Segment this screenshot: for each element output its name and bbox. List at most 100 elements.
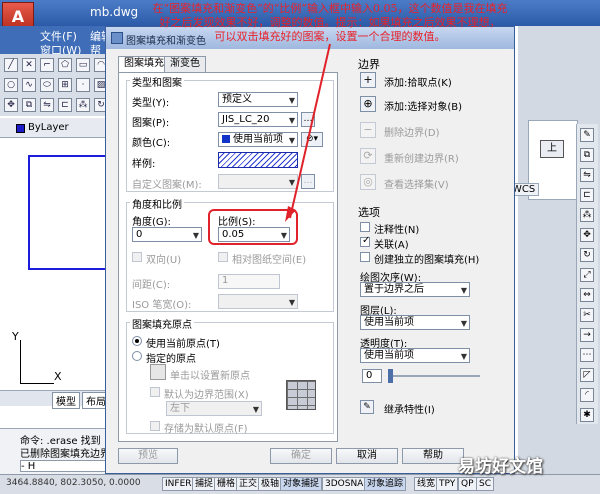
- origin-position-select[interactable]: 左下 ▼: [166, 401, 262, 416]
- pattern-select[interactable]: JIS_LC_20 ▼: [218, 112, 298, 127]
- status-qp[interactable]: QP: [458, 477, 477, 491]
- custom-pattern-select[interactable]: ▼: [218, 174, 298, 189]
- tab-hatch[interactable]: 图案填充: [118, 56, 170, 73]
- pattern-sample-preview[interactable]: [218, 152, 298, 168]
- scale-object-icon[interactable]: ⤢: [580, 268, 594, 282]
- store-default-origin-checkbox[interactable]: [150, 421, 160, 431]
- erase-tool-icon[interactable]: ✎: [580, 128, 594, 142]
- fillet-object-icon[interactable]: ◜: [580, 388, 594, 402]
- stretch-object-icon[interactable]: ⇔: [580, 288, 594, 302]
- chamfer-object-icon[interactable]: ◸: [580, 368, 594, 382]
- status-ortho[interactable]: 正交: [236, 477, 261, 491]
- tab-model[interactable]: 模型: [52, 392, 80, 409]
- ellipse-tool-icon[interactable]: ⬭: [40, 78, 54, 92]
- move-object-icon[interactable]: ✥: [580, 228, 594, 242]
- layer-name[interactable]: ByLayer: [28, 122, 69, 133]
- copy-object-icon[interactable]: ⧉: [580, 148, 594, 162]
- annotation-callout: 在“图案填充和渐变色”的“比例”输入框中输入0.05，这个数值是我在填充 好之后…: [140, 2, 520, 44]
- associative-checkbox[interactable]: [360, 235, 370, 247]
- mirror-tool-icon[interactable]: ⇋: [40, 98, 54, 112]
- inherit-properties-icon[interactable]: ✎: [360, 400, 374, 414]
- chevron-down-icon: ▼: [288, 178, 295, 187]
- drawing-toolbars: ╱ ✕ ⌐ ⬠ ▭ ◠ ○ ∿ ⬭ ⊞ · ▨ ✥ ⧉ ⇋ ⊏ ⁂ ↻: [0, 54, 120, 116]
- chevron-down-icon: ▼: [252, 405, 259, 414]
- extend-object-icon[interactable]: →: [580, 328, 594, 342]
- circle-tool-icon[interactable]: ○: [4, 78, 18, 92]
- viewcube-top-face[interactable]: 上: [540, 140, 564, 158]
- type-select[interactable]: 预定义 ▼: [218, 92, 298, 107]
- transparency-select[interactable]: 使用当前项 ▼: [360, 348, 470, 363]
- rectangle-tool-icon[interactable]: ▭: [76, 58, 90, 72]
- inherit-properties-button[interactable]: 继承特性(I): [384, 401, 435, 416]
- polygon-tool-icon[interactable]: ⬠: [58, 58, 72, 72]
- origin-position-value: 左下: [170, 403, 190, 414]
- cancel-button[interactable]: 取消: [336, 448, 398, 464]
- status-polar[interactable]: 极轴: [258, 477, 283, 491]
- status-osnap[interactable]: 对象捕捉: [280, 477, 323, 491]
- array-tool-icon[interactable]: ⁂: [76, 98, 90, 112]
- preview-button[interactable]: 预览: [118, 448, 178, 464]
- pattern-browse-button[interactable]: …: [301, 112, 315, 127]
- pattern-label: 图案(P):: [132, 118, 170, 129]
- add-pick-point-icon[interactable]: +: [360, 72, 376, 88]
- recreate-boundary-button[interactable]: 重新创建边界(R): [384, 150, 459, 165]
- status-grid[interactable]: 栅格: [214, 477, 239, 491]
- status-infer[interactable]: INFER: [162, 477, 195, 491]
- polyline-tool-icon[interactable]: ⌐: [40, 58, 54, 72]
- set-origin-icon[interactable]: [150, 364, 166, 380]
- status-lineweight[interactable]: 线宽: [414, 477, 439, 491]
- ucs-x-label: X: [54, 370, 62, 383]
- add-select-objects-button[interactable]: 添加:选择对象(B): [384, 98, 462, 113]
- iso-pen-width-select[interactable]: ▼: [218, 294, 298, 309]
- use-current-origin-radio[interactable]: [132, 336, 142, 346]
- explode-object-icon[interactable]: ✱: [580, 408, 594, 422]
- origin-brick-preview: [286, 380, 316, 410]
- background-color-button[interactable]: ⊘▾: [301, 132, 323, 147]
- angle-select[interactable]: 0 ▼: [132, 227, 202, 242]
- independent-hatch-checkbox[interactable]: [360, 252, 370, 262]
- break-object-icon[interactable]: ⋯: [580, 348, 594, 362]
- double-checkbox[interactable]: [132, 252, 142, 262]
- transparency-slider-thumb[interactable]: [388, 369, 393, 383]
- ok-button[interactable]: 确定: [270, 448, 332, 464]
- transparency-slider-track[interactable]: [388, 375, 480, 377]
- status-otrack[interactable]: 对象追踪: [364, 477, 407, 491]
- relative-paperspace-checkbox[interactable]: [218, 252, 228, 262]
- move-tool-icon[interactable]: ✥: [4, 98, 18, 112]
- point-tool-icon[interactable]: ·: [76, 78, 90, 92]
- tab-gradient[interactable]: 渐变色: [164, 56, 206, 72]
- trim-object-icon[interactable]: ✂: [580, 308, 594, 322]
- offset-object-icon[interactable]: ⊏: [580, 188, 594, 202]
- remove-boundary-button[interactable]: 删除边界(D): [384, 124, 440, 139]
- custom-pattern-browse-button[interactable]: …: [301, 174, 315, 189]
- line-tool-icon[interactable]: ╱: [4, 58, 18, 72]
- view-selection-button[interactable]: 查看选择集(V): [384, 176, 449, 191]
- mirror-object-icon[interactable]: ⇋: [580, 168, 594, 182]
- layer-select[interactable]: 使用当前项 ▼: [360, 315, 470, 330]
- annotative-checkbox[interactable]: [360, 222, 370, 232]
- layer-color-swatch: [16, 124, 25, 133]
- status-tpy[interactable]: TPY: [436, 477, 459, 491]
- rotate-object-icon[interactable]: ↻: [580, 248, 594, 262]
- draw-order-select[interactable]: 置于边界之后 ▼: [360, 282, 470, 297]
- view-selection-icon[interactable]: ◎: [360, 174, 376, 190]
- status-snap[interactable]: 捕捉: [192, 477, 217, 491]
- add-select-objects-icon[interactable]: ⊕: [360, 96, 376, 112]
- default-extent-checkbox[interactable]: [150, 387, 160, 397]
- color-select[interactable]: 使用当前项 ▼: [218, 132, 298, 147]
- offset-tool-icon[interactable]: ⊏: [58, 98, 72, 112]
- cursor-coordinates: 3464.8840, 802.3050, 0.0000: [6, 478, 141, 488]
- construction-line-icon[interactable]: ✕: [22, 58, 36, 72]
- add-pick-point-button[interactable]: 添加:拾取点(K): [384, 74, 452, 89]
- copy-tool-icon[interactable]: ⧉: [22, 98, 36, 112]
- help-button[interactable]: 帮助: [402, 448, 464, 464]
- transparency-number-input[interactable]: 0: [362, 369, 382, 383]
- remove-boundary-icon[interactable]: −: [360, 122, 376, 138]
- array-object-icon[interactable]: ⁂: [580, 208, 594, 222]
- specified-origin-radio[interactable]: [132, 351, 142, 361]
- spline-tool-icon[interactable]: ∿: [22, 78, 36, 92]
- spacing-input[interactable]: 1: [218, 274, 280, 289]
- recreate-boundary-icon[interactable]: ⟳: [360, 148, 376, 164]
- status-sc[interactable]: SC: [476, 477, 494, 491]
- block-tool-icon[interactable]: ⊞: [58, 78, 72, 92]
